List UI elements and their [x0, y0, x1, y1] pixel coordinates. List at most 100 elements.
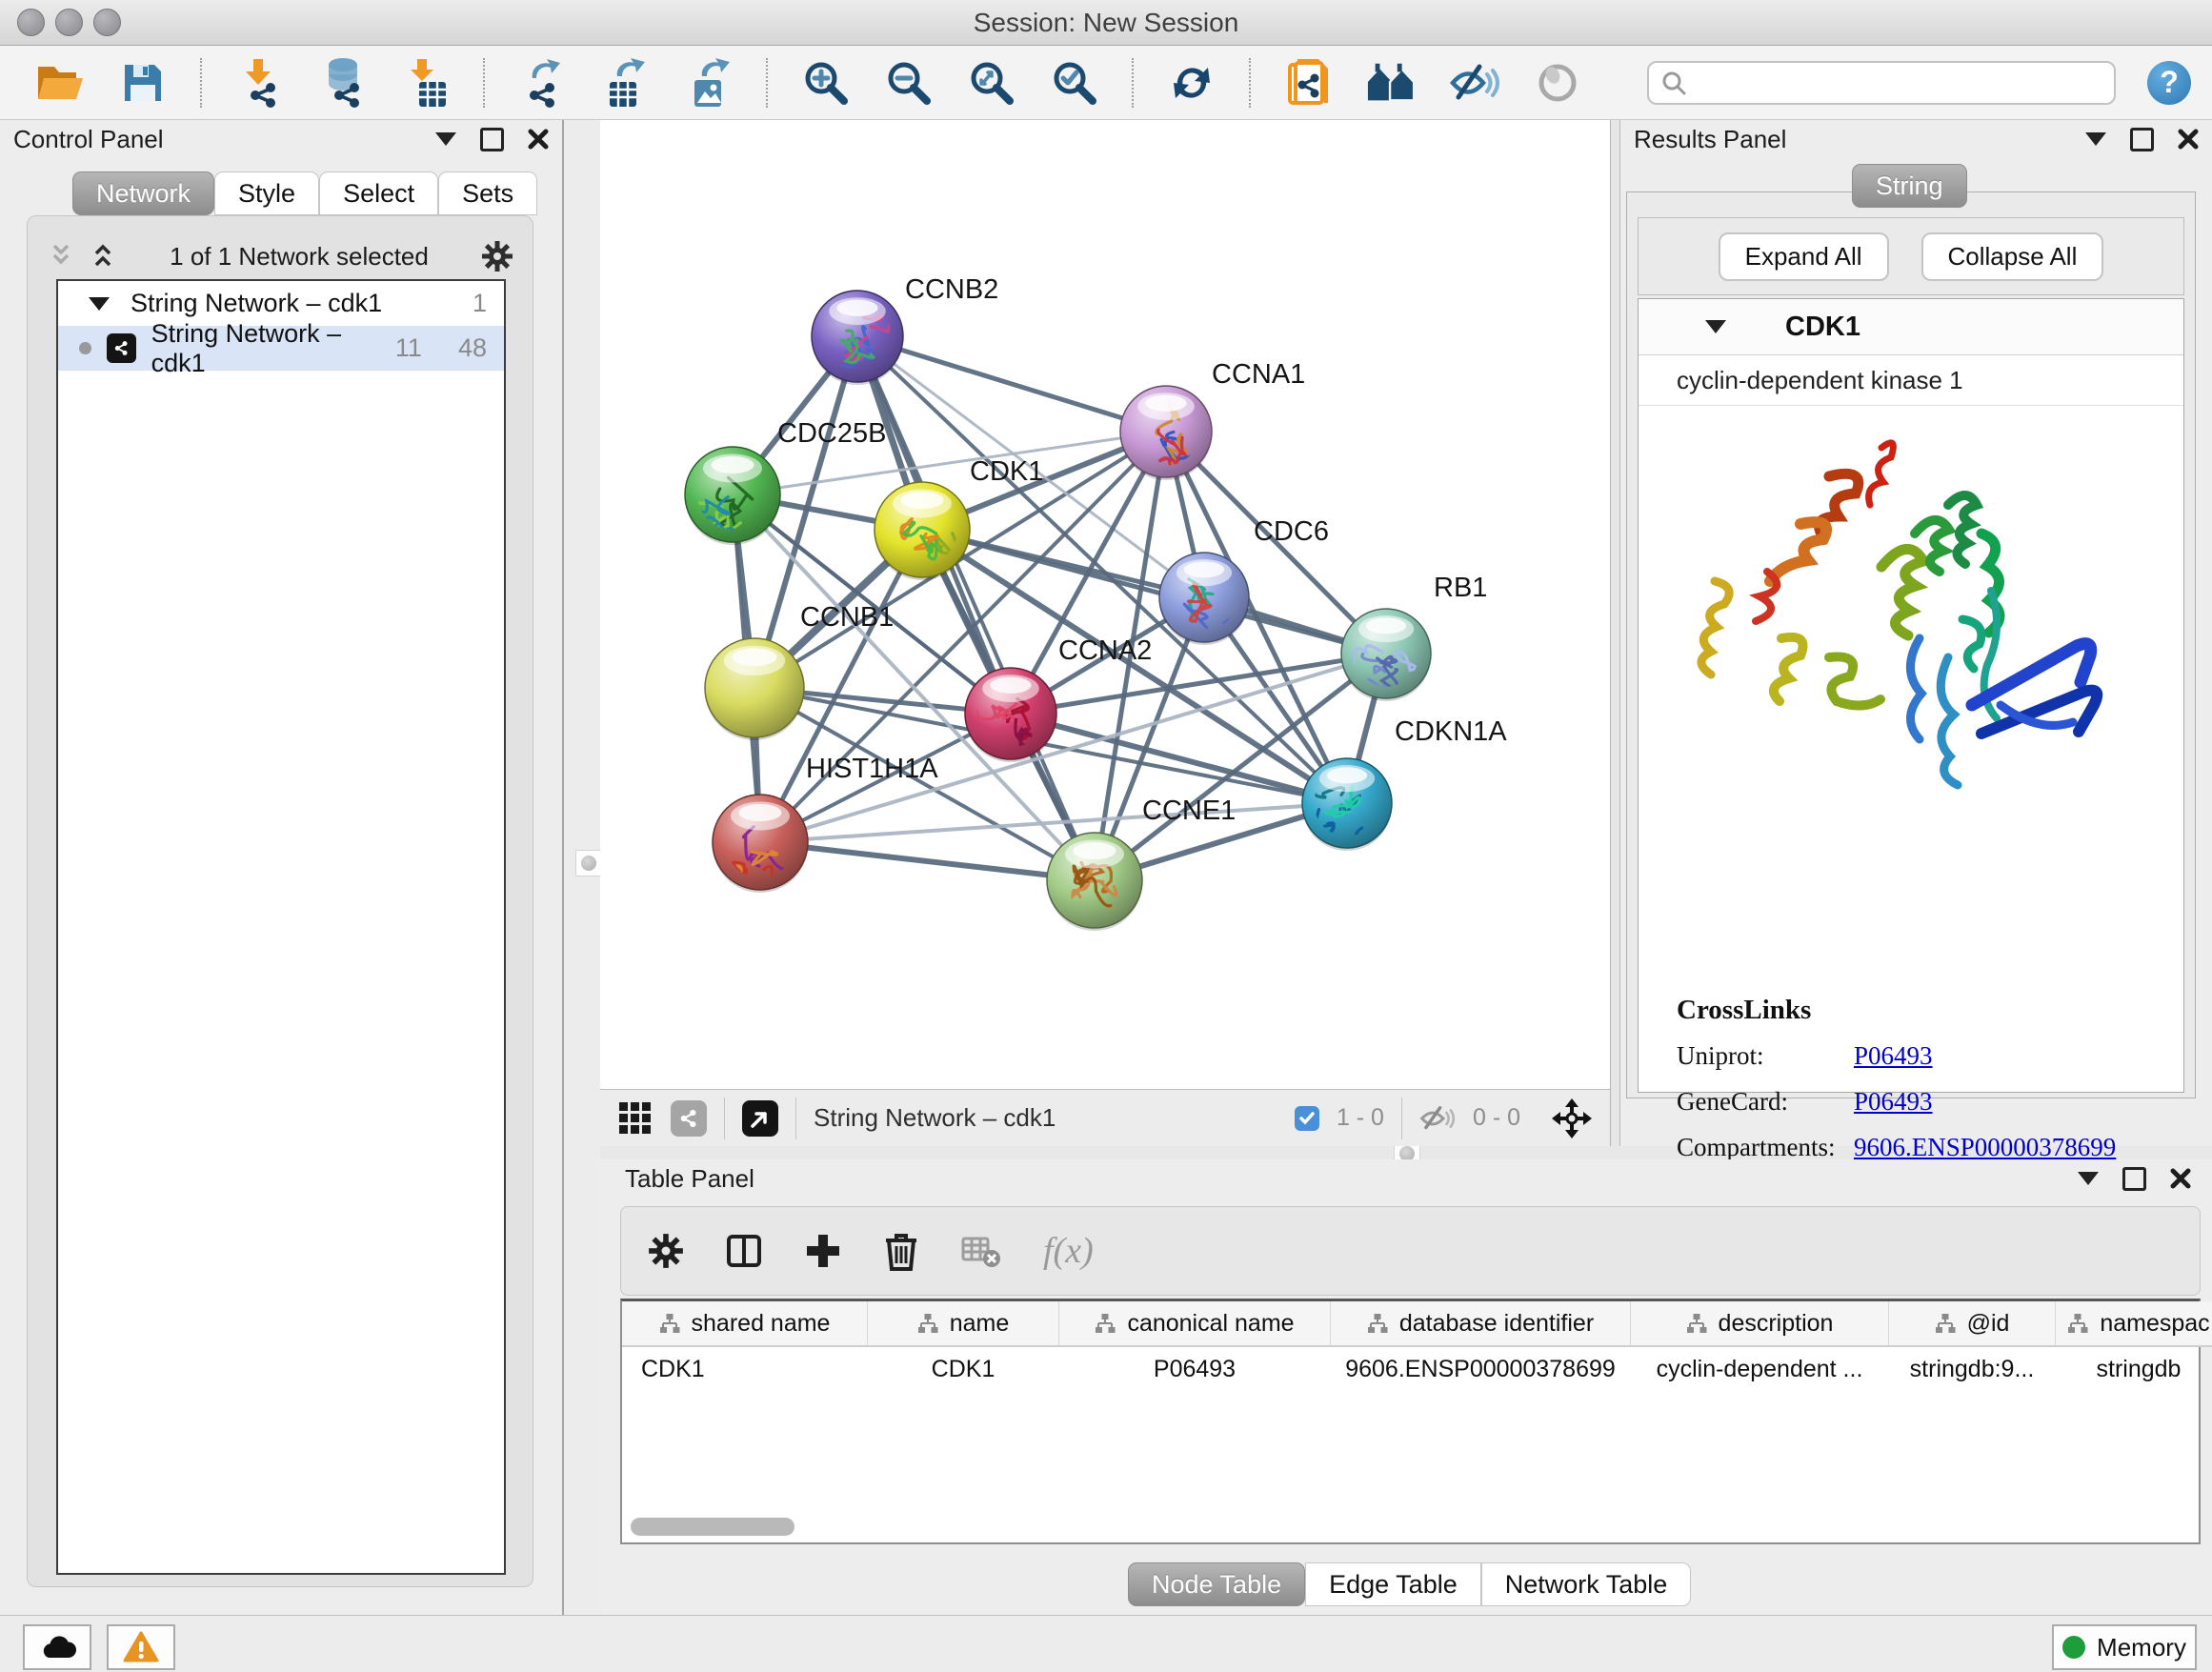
- column-header[interactable]: shared name: [622, 1301, 868, 1346]
- zoom-fit-icon[interactable]: [966, 57, 1017, 109]
- gear-icon[interactable]: [481, 240, 513, 272]
- export-network-icon[interactable]: [517, 57, 569, 109]
- zoom-in-icon[interactable]: [800, 57, 852, 109]
- help-icon[interactable]: ?: [2147, 61, 2191, 105]
- search-input[interactable]: [1695, 68, 2102, 97]
- import-database-icon[interactable]: [317, 57, 369, 109]
- export-table-icon[interactable]: [600, 57, 652, 109]
- panel-float-icon[interactable]: [480, 128, 504, 151]
- network-status-dot: [79, 342, 91, 354]
- column-header[interactable]: database identifier: [1331, 1301, 1631, 1346]
- expand-all-button[interactable]: Expand All: [1719, 232, 1889, 281]
- crosslink-value-link[interactable]: 9606.ENSP00000378699: [1854, 1133, 2116, 1162]
- network-node-ccna1[interactable]: CCNA1: [1120, 359, 1305, 480]
- table-settings-gear-icon[interactable]: [648, 1233, 684, 1269]
- string-view-icon[interactable]: [671, 1100, 707, 1137]
- table-cell[interactable]: stringdb:9...: [1889, 1346, 2056, 1391]
- panel-float-icon[interactable]: [2122, 1167, 2146, 1191]
- table-cell[interactable]: CDK1: [622, 1346, 868, 1391]
- panel-float-icon[interactable]: [2130, 128, 2154, 151]
- network-edge[interactable]: [857, 336, 1166, 432]
- table-cell[interactable]: cyclin-dependent ...: [1631, 1346, 1889, 1391]
- panel-close-icon[interactable]: [528, 129, 549, 150]
- tab-select[interactable]: Select: [319, 171, 438, 215]
- network-node-cdkn1a[interactable]: CDKN1A: [1302, 716, 1507, 862]
- table-cell[interactable]: stringdb: [2056, 1346, 2212, 1391]
- table-cell[interactable]: CDK1: [868, 1346, 1059, 1391]
- fit-selected-crosshair-icon[interactable]: [1551, 1098, 1593, 1139]
- table-cell[interactable]: P06493: [1059, 1346, 1331, 1391]
- network-node-ccnb1[interactable]: CCNB1: [705, 602, 894, 740]
- toolbar-separator: [200, 58, 203, 108]
- hidden-eye-slash-icon[interactable]: [1419, 1104, 1456, 1133]
- tab-string[interactable]: String: [1852, 164, 1967, 208]
- add-column-plus-icon[interactable]: [804, 1232, 842, 1270]
- table-horizontal-scrollbar[interactable]: [625, 1514, 2196, 1539]
- network-row-selected[interactable]: String Network – cdk1 11 48: [58, 326, 504, 371]
- delete-column-trash-icon[interactable]: [883, 1231, 919, 1271]
- panel-menu-icon[interactable]: [435, 132, 456, 146]
- results-panel-title: Results Panel: [1634, 125, 1786, 154]
- expand-all-chevrons-icon[interactable]: [89, 243, 117, 270]
- tab-network[interactable]: Network: [72, 171, 214, 215]
- collapse-all-button[interactable]: Collapse All: [1921, 232, 2104, 281]
- open-session-icon[interactable]: [34, 57, 86, 109]
- network-canvas[interactable]: CCNB2CCNA1CDC25BCDK1CDC6RB1CCNB1CCNA2CDK…: [600, 120, 1610, 1089]
- import-network-icon[interactable]: [234, 57, 286, 109]
- panel-close-icon[interactable]: [2170, 1168, 2191, 1189]
- string-network-graph[interactable]: CCNB2CCNA1CDC25BCDK1CDC6RB1CCNB1CCNA2CDK…: [600, 120, 1610, 1089]
- node-table[interactable]: shared namenamecanonical namedatabase id…: [622, 1301, 2212, 1391]
- panel-menu-icon[interactable]: [2085, 132, 2106, 146]
- table-cell[interactable]: 9606.ENSP00000378699: [1331, 1346, 1631, 1391]
- splitter-handle-left[interactable]: [575, 850, 602, 876]
- selected-checkbox-icon[interactable]: [1295, 1106, 1319, 1131]
- control-panel-tabs: Network Style Select Sets: [72, 171, 537, 215]
- column-header[interactable]: @id: [1889, 1301, 2056, 1346]
- share-document-icon[interactable]: [1283, 57, 1335, 109]
- refresh-view-icon[interactable]: [1166, 57, 1217, 109]
- warning-button[interactable]: [107, 1624, 175, 1670]
- network-view-title: String Network – cdk1: [814, 1103, 1277, 1133]
- network-node-rb1[interactable]: RB1: [1341, 573, 1487, 703]
- collapse-all-chevrons-icon[interactable]: [47, 243, 75, 270]
- column-header[interactable]: name: [868, 1301, 1059, 1346]
- gene-card-header[interactable]: CDK1: [1639, 299, 2183, 355]
- network-edge[interactable]: [760, 842, 1095, 880]
- save-session-icon[interactable]: [117, 57, 169, 109]
- gene-collapse-icon[interactable]: [1705, 320, 1726, 333]
- show-hide-graphics-icon[interactable]: [1449, 57, 1500, 109]
- network-node-hist1h1a[interactable]: HIST1H1A: [713, 754, 938, 897]
- string-home-icon[interactable]: [1366, 57, 1418, 109]
- import-table-icon[interactable]: [400, 57, 452, 109]
- scrollbar-thumb[interactable]: [631, 1518, 794, 1536]
- tab-node-table[interactable]: Node Table: [1128, 1562, 1305, 1606]
- function-builder-icon[interactable]: f(x): [1043, 1230, 1094, 1272]
- crosslink-row: Compartments: 9606.ENSP00000378699: [1677, 1133, 2116, 1162]
- table-row[interactable]: CDK1CDK1P064939606.ENSP00000378699cyclin…: [622, 1346, 2212, 1391]
- zoom-out-icon[interactable]: [883, 57, 935, 109]
- export-image-icon[interactable]: [683, 57, 734, 109]
- preview-eye-icon[interactable]: [1532, 57, 1583, 109]
- birds-eye-view-icon[interactable]: [742, 1100, 778, 1137]
- tab-sets[interactable]: Sets: [438, 171, 537, 215]
- cloud-button[interactable]: [23, 1624, 91, 1670]
- column-header[interactable]: canonical name: [1059, 1301, 1331, 1346]
- crosslink-value-link[interactable]: P06493: [1854, 1087, 1933, 1117]
- network-node-ccnb2[interactable]: CCNB2: [812, 274, 998, 385]
- crosslink-value-link[interactable]: P06493: [1854, 1041, 1933, 1071]
- show-columns-icon[interactable]: [725, 1232, 763, 1270]
- panel-menu-icon[interactable]: [2078, 1172, 2099, 1185]
- zoom-selected-icon[interactable]: [1049, 57, 1100, 109]
- delete-table-icon[interactable]: [960, 1233, 1002, 1269]
- tab-style[interactable]: Style: [214, 171, 319, 215]
- column-header[interactable]: namespac: [2056, 1301, 2212, 1346]
- column-header[interactable]: description: [1631, 1301, 1889, 1346]
- panel-close-icon[interactable]: [2178, 129, 2199, 150]
- network-node-cdk1[interactable]: CDK1: [875, 456, 1043, 580]
- tab-network-table[interactable]: Network Table: [1481, 1562, 1692, 1606]
- memory-button[interactable]: Memory: [2052, 1624, 2197, 1670]
- grid-view-icon[interactable]: [617, 1100, 654, 1137]
- network-node-cdc25b[interactable]: CDC25B: [685, 418, 886, 545]
- tab-edge-table[interactable]: Edge Table: [1305, 1562, 1481, 1606]
- collection-expander-icon[interactable]: [89, 297, 110, 311]
